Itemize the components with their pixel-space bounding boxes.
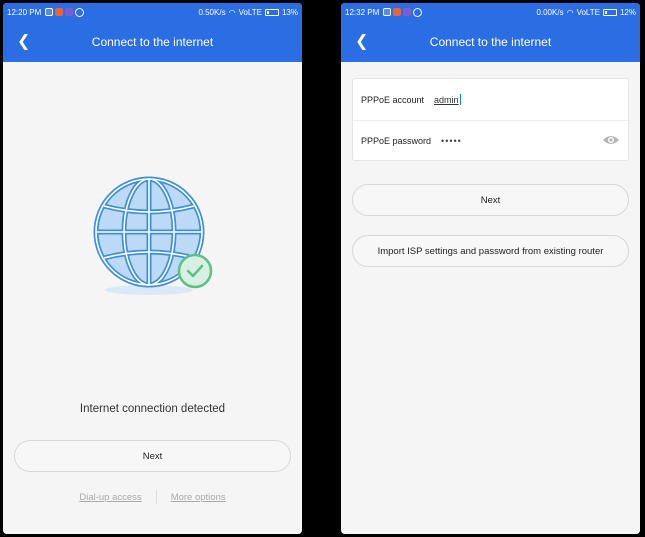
wifi-icon: ◠ bbox=[566, 7, 574, 17]
secondary-links: Dial-up access More options bbox=[3, 490, 302, 504]
dialup-access-link[interactable]: Dial-up access bbox=[79, 492, 141, 503]
google-icon bbox=[413, 7, 423, 17]
status-network: VoLTE bbox=[238, 7, 262, 17]
phone-screen-right: 12:32 PM 0.00K/s ◠ VoLTE 12% ❮ Connect t… bbox=[341, 3, 640, 534]
globe-illustration bbox=[85, 168, 225, 308]
divider bbox=[155, 490, 157, 504]
check-icon bbox=[177, 253, 213, 289]
status-battery: 13% bbox=[281, 7, 298, 17]
wifi-icon: ◠ bbox=[228, 7, 236, 17]
account-input[interactable]: admin bbox=[434, 95, 459, 105]
status-network: VoLTE bbox=[576, 7, 600, 17]
app-icon bbox=[403, 8, 412, 16]
back-icon[interactable]: ❮ bbox=[355, 31, 368, 51]
status-message: Internet connection detected bbox=[79, 403, 226, 415]
next-button[interactable]: Next bbox=[14, 440, 291, 472]
password-label: PPPoE password bbox=[361, 136, 432, 146]
status-time: 12:20 PM bbox=[7, 7, 42, 17]
more-options-link[interactable]: More options bbox=[171, 492, 226, 503]
app-icon bbox=[55, 8, 64, 16]
text-cursor bbox=[459, 94, 461, 105]
status-time: 12:32 PM bbox=[345, 7, 380, 17]
app-icon bbox=[45, 8, 54, 16]
google-icon bbox=[75, 7, 85, 17]
back-icon[interactable]: ❮ bbox=[17, 31, 30, 51]
title-bar: ❮ Connect to the internet bbox=[341, 21, 640, 62]
status-bar: 12:20 PM 0.50K/s ◠ VoLTE 13% bbox=[3, 3, 302, 21]
import-isp-settings-button[interactable]: Import ISP settings and password from ex… bbox=[352, 235, 629, 267]
account-label: PPPoE account bbox=[361, 94, 425, 105]
status-battery: 12% bbox=[619, 7, 636, 17]
pppoe-form: PPPoE account admin PPPoE password ••••• bbox=[352, 78, 629, 161]
content-area: PPPoE account admin PPPoE password •••••… bbox=[341, 62, 640, 534]
status-bar: 12:32 PM 0.00K/s ◠ VoLTE 12% bbox=[341, 3, 640, 21]
globe-icon bbox=[93, 176, 213, 295]
eye-icon[interactable] bbox=[602, 133, 620, 147]
app-icon bbox=[65, 8, 74, 16]
app-icon bbox=[383, 8, 392, 16]
title-bar: ❮ Connect to the internet bbox=[3, 21, 302, 62]
password-input[interactable]: ••••• bbox=[441, 136, 462, 146]
battery-icon bbox=[264, 8, 279, 16]
account-row[interactable]: PPPoE account admin bbox=[353, 79, 628, 120]
battery-icon bbox=[602, 8, 617, 16]
page-title: Connect to the internet bbox=[429, 34, 552, 49]
status-speed: 0.00K/s bbox=[536, 7, 564, 17]
status-speed: 0.50K/s bbox=[198, 7, 226, 17]
phone-screen-left: 12:20 PM 0.50K/s ◠ VoLTE 13% ❮ Connect t… bbox=[3, 3, 302, 534]
app-icon bbox=[393, 8, 402, 16]
next-button[interactable]: Next bbox=[352, 184, 629, 216]
content-area: Internet connection detected Next Dial-u… bbox=[3, 62, 302, 534]
password-row[interactable]: PPPoE password ••••• bbox=[353, 120, 628, 161]
page-title: Connect to the internet bbox=[91, 34, 214, 49]
